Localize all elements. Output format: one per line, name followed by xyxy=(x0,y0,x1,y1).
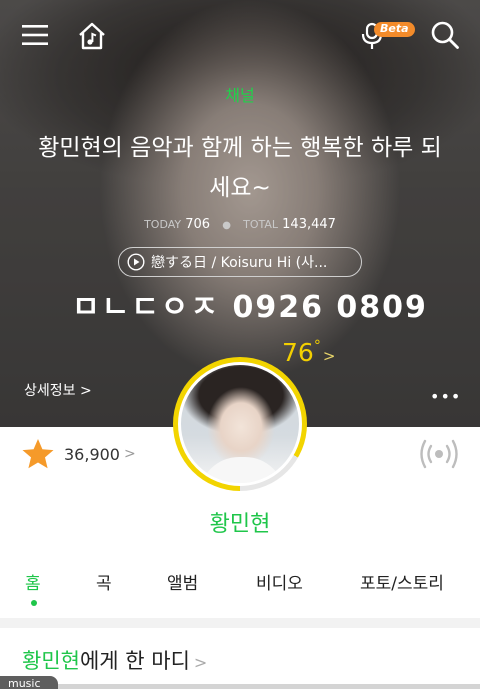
artist-avatar-ring[interactable] xyxy=(173,357,307,491)
search-icon[interactable] xyxy=(428,18,462,52)
like-button[interactable]: 36,900 > xyxy=(20,437,136,471)
tab-albums[interactable]: 앨범 xyxy=(167,569,198,594)
channel-temperature[interactable]: 76°> xyxy=(282,338,335,367)
total-label: TOTAL xyxy=(243,218,279,231)
channel-tabs: 홈 곡 앨범 비디오 포토/스토리 xyxy=(0,569,480,609)
stats-separator: ● xyxy=(222,220,231,231)
like-count: 36,900 xyxy=(64,444,120,464)
today-label: TODAY xyxy=(144,218,182,231)
now-playing-track: 戀する日 / Koisuru Hi (사... xyxy=(151,255,328,271)
broadcast-icon[interactable] xyxy=(418,438,460,470)
today-count: 706 xyxy=(185,217,211,232)
tab-photo-story[interactable]: 포토/스토리 xyxy=(360,569,444,594)
temperature-chevron: > xyxy=(322,347,336,365)
overlay-caption: ㅁㄴㄷㅇㅈ 0926 0809 xyxy=(72,290,428,325)
tab-songs[interactable]: 곡 xyxy=(96,569,112,594)
channel-label: 채널 xyxy=(225,86,255,105)
visit-stats: TODAY 706 ● TOTAL 143,447 xyxy=(0,217,480,232)
home-music-icon[interactable] xyxy=(74,18,110,54)
active-tab-indicator xyxy=(31,600,37,606)
temperature-unit: ° xyxy=(313,338,321,354)
section-divider xyxy=(0,618,480,628)
detail-info-link[interactable]: 상세정보 > xyxy=(24,380,92,400)
temperature-value: 76 xyxy=(282,338,314,367)
tab-videos[interactable]: 비디오 xyxy=(256,569,303,594)
comment-artist-name: 황민현 xyxy=(22,649,80,673)
like-chevron: > xyxy=(123,446,136,462)
channel-title: 황민현의 음악과 함께 하는 행복한 하루 되세요~ xyxy=(38,135,442,201)
music-chip: music xyxy=(0,676,58,689)
total-count: 143,447 xyxy=(282,217,336,232)
comment-title-rest: 에게 한 마디 xyxy=(79,649,190,673)
play-icon xyxy=(127,253,145,271)
comment-section-link[interactable]: 황민현에게 한 마디 > xyxy=(22,645,207,675)
bottom-progress-bar xyxy=(58,684,480,689)
artist-name[interactable]: 황민현 xyxy=(0,506,480,538)
star-icon xyxy=(22,439,54,469)
comment-chevron: > xyxy=(193,653,208,672)
beta-badge: Beta xyxy=(374,22,415,37)
more-options-button[interactable]: ••• xyxy=(430,387,461,406)
tab-home[interactable]: 홈 xyxy=(25,569,41,594)
artist-avatar xyxy=(178,362,302,486)
now-playing-button[interactable]: 戀する日 / Koisuru Hi (사... xyxy=(118,247,362,277)
menu-icon[interactable] xyxy=(18,18,52,52)
